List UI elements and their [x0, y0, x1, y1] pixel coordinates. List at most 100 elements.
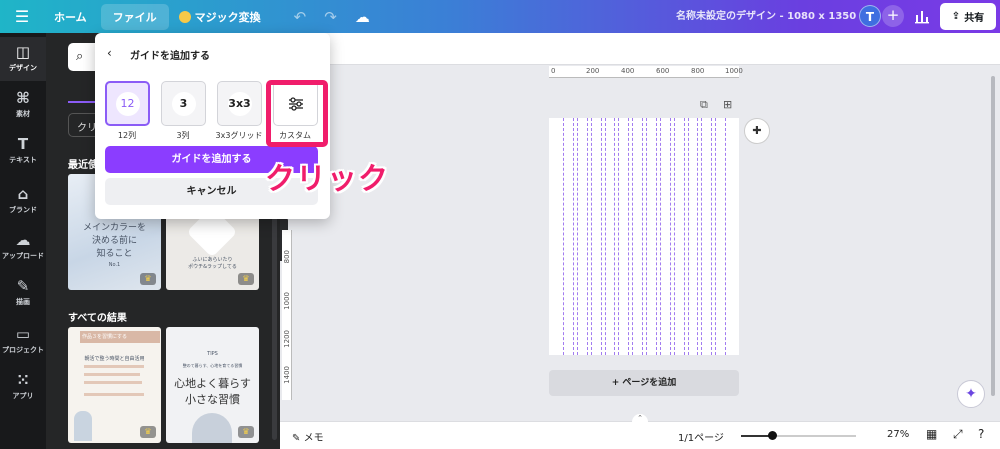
column-guide-line: [628, 118, 630, 355]
thumb-tag: TIPS: [207, 351, 218, 357]
ruler-tick: 0: [551, 67, 556, 75]
rail-item-design[interactable]: ◫ デザイン: [0, 37, 46, 81]
guide-option-3x3-grid[interactable]: 3x3: [217, 81, 262, 126]
rail-item-label: テキスト: [9, 156, 37, 164]
column-guide-line: [715, 118, 717, 355]
rail-item-brand[interactable]: ⌂ ブランド: [0, 179, 46, 223]
horizontal-ruler: 0 200 400 600 800 1000: [549, 66, 743, 78]
column-guide-line: [576, 118, 578, 355]
option-label: 3x3グリッド: [215, 131, 263, 140]
undo-icon[interactable]: ↶: [285, 8, 316, 26]
upload-icon: ☁: [15, 231, 31, 249]
left-rail: ◫ デザイン ⌘ 素材 T テキスト ⌂ ブランド ☁ アップロード ✎ 描画 …: [0, 33, 46, 449]
thumb-line: [84, 393, 144, 396]
column-guide-line: [600, 118, 602, 355]
notes-label: メモ: [303, 433, 324, 444]
template-thumbnail[interactable]: 作品３を習慣にする 朝活で整う時間と自由活用 ♛: [68, 327, 161, 443]
column-guide-line: [646, 118, 647, 355]
ruler-tick: 800: [283, 250, 291, 264]
add-page-icon[interactable]: ⊞: [723, 98, 732, 111]
magic-switch-button[interactable]: マジック変換: [169, 0, 271, 33]
share-button[interactable]: ⇪ 共有: [940, 3, 996, 30]
zoom-slider-handle[interactable]: [767, 431, 777, 440]
column-guide-line: [701, 118, 703, 355]
popover-title: ガイドを追加する: [130, 51, 210, 62]
column-guide-line: [655, 118, 657, 355]
column-guide-line: [687, 118, 689, 355]
insights-icon[interactable]: [912, 6, 932, 26]
recent-section-title: 最近使: [68, 160, 98, 171]
thumb-text: ふいにあらいたり: [192, 257, 233, 263]
zoom-level[interactable]: 27%: [887, 429, 909, 440]
elements-icon: ⌘: [16, 89, 30, 107]
rail-item-text[interactable]: T テキスト: [0, 129, 46, 173]
option-value: 3: [171, 91, 196, 116]
redo-icon[interactable]: ↷: [315, 8, 346, 26]
notes-button[interactable]: ✎ メモ: [292, 429, 324, 444]
column-guide-line: [614, 118, 616, 355]
magic-switch-label: マジック変換: [194, 10, 261, 24]
thumb-text: No.1: [108, 262, 121, 268]
column-guide-line: [669, 118, 671, 355]
character-illustration: [192, 413, 232, 443]
thumb-line: [84, 381, 142, 384]
duplicate-page-icon[interactable]: ⧉: [700, 98, 708, 112]
rail-item-upload[interactable]: ☁ アップロード: [0, 225, 46, 269]
text-icon: T: [17, 135, 29, 153]
add-page-button[interactable]: + ページを追加: [549, 370, 739, 396]
file-menu-button[interactable]: ファイル: [100, 3, 169, 30]
rail-item-label: デザイン: [9, 64, 37, 72]
draw-icon: ✎: [16, 277, 30, 295]
rail-item-projects[interactable]: ▭ プロジェクト: [0, 319, 46, 363]
ruler-tick: 1000: [283, 292, 291, 310]
option-value: 3x3: [227, 91, 252, 116]
rail-item-apps[interactable]: ⁙ アプリ: [0, 365, 46, 409]
annotation-click-label: クリック: [265, 162, 389, 197]
design-page[interactable]: [549, 118, 739, 355]
rail-item-label: 素材: [16, 110, 30, 118]
cloud-save-icon[interactable]: ☁: [346, 8, 379, 26]
document-title[interactable]: 名称未設定のデザイン - 1080 x 1350 px: [676, 0, 873, 33]
context-toolbar: [280, 33, 1000, 65]
crown-icon: ♛: [140, 426, 156, 438]
rail-item-draw[interactable]: ✎ 描画: [0, 271, 46, 315]
avatar[interactable]: T: [859, 5, 881, 27]
column-guide-line: [618, 118, 620, 355]
thumb-text: 整のて暮らす、心地を育てる習慣: [182, 363, 243, 368]
guide-option-3-columns[interactable]: 3: [161, 81, 206, 126]
fullscreen-icon[interactable]: ⤢: [953, 427, 963, 442]
add-comment-icon[interactable]: ✚: [744, 118, 770, 144]
template-thumbnail[interactable]: TIPS 整のて暮らす、心地を育てる習慣 心地よく暮らす 小さな習慣 ♛: [166, 327, 259, 443]
menu-icon[interactable]: ☰: [0, 0, 44, 33]
magic-icon: [178, 10, 191, 23]
guide-option-12-columns[interactable]: 12: [105, 81, 150, 126]
add-collaborator-button[interactable]: +: [882, 5, 904, 27]
vertical-ruler: 800 1000 1200 1400: [282, 230, 292, 400]
magic-assistant-icon[interactable]: ✦: [957, 380, 985, 408]
bottom-bar: ⌃ ✎ メモ 1/1ページ 27% ▦ ⤢ ?: [280, 414, 1000, 449]
apps-icon: ⁙: [16, 371, 30, 389]
rail-item-label: 描画: [16, 298, 30, 306]
home-button[interactable]: ホーム: [44, 0, 97, 33]
rail-item-elements[interactable]: ⌘ 素材: [0, 83, 46, 127]
ruler-tick: 600: [656, 67, 670, 75]
help-icon[interactable]: ?: [978, 427, 984, 441]
column-guide-line: [683, 118, 685, 355]
all-results-title: すべての結果: [68, 313, 127, 324]
grid-view-icon[interactable]: ▦: [926, 427, 937, 441]
ruler-tick: 400: [621, 67, 635, 75]
back-icon[interactable]: ‹: [107, 46, 112, 60]
column-guide-line: [725, 118, 726, 355]
thumb-text: メインカラーを: [82, 223, 146, 233]
rail-item-label: アプリ: [12, 392, 34, 400]
rail-item-label: アップロード: [2, 252, 44, 260]
share-icon: ⇪: [951, 11, 961, 22]
crown-icon: ♛: [238, 273, 254, 285]
page-counter[interactable]: 1/1ページ: [678, 429, 724, 444]
column-guide-line: [586, 118, 588, 355]
thumb-title: 心地よく暮らす: [174, 377, 251, 390]
chevron-up-icon[interactable]: ⌃: [632, 414, 648, 424]
thumb-text: 知ること: [96, 249, 133, 259]
column-guide-line: [563, 118, 564, 355]
canvas-scrollbar[interactable]: [991, 76, 995, 396]
